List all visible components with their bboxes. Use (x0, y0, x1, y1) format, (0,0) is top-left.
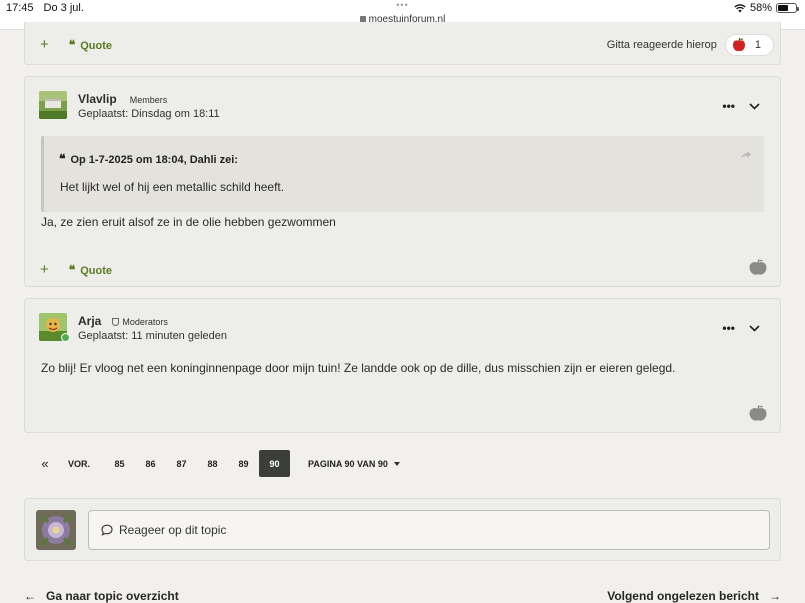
apple-reaction-icon[interactable] (748, 404, 768, 422)
quoted-message: ❝ Op 1-7-2025 om 18:04, Dahli zei: Het li… (41, 136, 764, 212)
reaction-text[interactable]: Gitta reageerde hierop (607, 39, 717, 51)
first-page-button[interactable]: « (36, 450, 54, 477)
back-to-topics-link[interactable]: ← Ga naar topic overzicht (24, 589, 179, 603)
quote-label: Quote (80, 264, 113, 277)
arrow-left-icon: ← (24, 589, 36, 603)
reply-placeholder: Reageer op dit topic (119, 523, 227, 537)
status-right: 58% (734, 2, 799, 14)
reply-section: Reageer op dit topic (24, 498, 781, 561)
wifi-icon (734, 3, 746, 12)
quote-label: Quote (80, 39, 113, 52)
online-indicator (61, 333, 70, 342)
more-options-button[interactable]: ••• (722, 99, 735, 113)
avatar[interactable] (39, 91, 67, 119)
reaction-pill[interactable]: 1 (724, 34, 774, 56)
next-unread-link[interactable]: Volgend ongelezen bericht → (607, 589, 781, 603)
next-unread-label: Volgend ongelezen bericht (607, 589, 759, 603)
page-link[interactable]: 88 (197, 450, 228, 477)
speech-bubble-icon (101, 524, 113, 536)
page-link[interactable]: 87 (166, 450, 197, 477)
quote-button[interactable]: ❝ Quote (69, 263, 112, 277)
quote-citation-text[interactable]: Op 1-7-2025 om 18:04, Dahli zei: (70, 154, 238, 166)
page-jump-dropdown[interactable]: PAGINA 90 VAN 90 (308, 450, 400, 477)
post-body: Zo blij! Er vloog net een koninginnenpag… (41, 361, 676, 375)
apple-reaction-icon (732, 38, 745, 52)
battery-percent: 58% (749, 2, 772, 14)
post-arja: Arja Moderators Geplaatst: 11 minuten ge… (24, 298, 781, 433)
post-actions: + ❝ Quote (40, 261, 112, 278)
author-group: Moderators (122, 317, 168, 327)
reaction-count: 1 (754, 39, 761, 51)
quote-button[interactable]: ❝ Quote (69, 38, 112, 52)
battery-icon (776, 3, 799, 13)
arrow-right-icon: → (769, 589, 781, 603)
post-controls: ••• (722, 99, 760, 113)
back-to-topics-label: Ga naar topic overzicht (46, 589, 179, 603)
page-link[interactable]: 86 (135, 450, 166, 477)
multiquote-button[interactable]: + (40, 36, 49, 53)
page-link[interactable]: 89 (228, 450, 259, 477)
more-options-button[interactable]: ••• (722, 321, 735, 335)
quote-icon: ❝ (59, 152, 66, 166)
post-body: Ja, ze zien eruit alsof ze in de olie he… (41, 215, 336, 229)
author-name[interactable]: Arja (78, 314, 101, 328)
page-jump-label: PAGINA 90 VAN 90 (308, 458, 388, 469)
current-user-avatar[interactable] (36, 510, 76, 550)
share-icon[interactable] (740, 150, 752, 160)
chevron-down-icon[interactable] (749, 324, 760, 332)
quote-icon: ❝ (68, 262, 76, 277)
post-actions: + ❝ Quote (40, 36, 112, 53)
post-author: Vlavlip Members Geplaatst: Dinsdag om 18… (78, 92, 220, 120)
author-name[interactable]: Vlavlip (78, 92, 117, 106)
avatar-image (36, 510, 76, 550)
reply-input[interactable]: Reageer op dit topic (88, 510, 770, 550)
post-author: Arja Moderators Geplaatst: 11 minuten ge… (78, 314, 227, 342)
pagination: « VOR. 85 86 87 88 89 90 PAGINA 90 VAN 9… (36, 450, 400, 477)
multitask-dots[interactable]: ••• (0, 0, 805, 10)
previous-post-footer: + ❝ Quote Gitta reageerde hierop 1 (24, 22, 781, 65)
quote-citation: ❝ Op 1-7-2025 om 18:04, Dahli zei: (59, 152, 238, 166)
moderator-shield-icon (112, 318, 120, 326)
quote-icon: ❝ (68, 37, 76, 52)
prev-page-button[interactable]: VOR. (54, 450, 104, 477)
chevron-down-icon[interactable] (749, 102, 760, 110)
multiquote-button[interactable]: + (40, 261, 49, 278)
post-vlavlip: Vlavlip Members Geplaatst: Dinsdag om 18… (24, 76, 781, 287)
post-date[interactable]: Geplaatst: Dinsdag om 18:11 (78, 108, 220, 120)
page-link[interactable]: 85 (104, 450, 135, 477)
quote-text: Het lijkt wel of hij een metallic schild… (60, 180, 285, 194)
post-controls: ••• (722, 321, 760, 335)
reaction-summary: Gitta reageerde hierop 1 (607, 34, 774, 56)
current-page[interactable]: 90 (259, 450, 290, 477)
post-date[interactable]: Geplaatst: 11 minuten geleden (78, 330, 227, 342)
avatar-image (39, 91, 67, 119)
caret-down-icon (393, 461, 400, 466)
author-group: Members (129, 95, 168, 105)
apple-reaction-icon[interactable] (748, 258, 768, 276)
